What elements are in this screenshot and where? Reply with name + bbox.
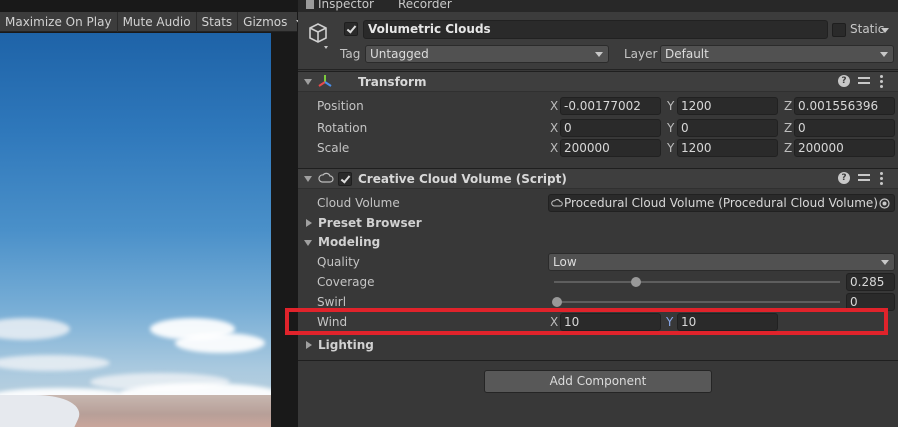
scale-z-axis-label[interactable]: Z xyxy=(784,141,792,155)
modeling-foldout[interactable]: Modeling xyxy=(318,235,380,249)
layer-dropdown[interactable]: Default xyxy=(660,45,894,63)
lighting-foldout-arrow[interactable] xyxy=(306,341,312,349)
cloud-volume-value: Procedural Cloud Volume (Procedural Clou… xyxy=(564,196,878,210)
rotation-y-field[interactable]: 0 xyxy=(677,119,778,137)
tab-inspector-label: Inspector xyxy=(318,0,374,11)
position-x-field[interactable]: -0.00177002 xyxy=(560,97,661,115)
gameobject-cube-icon xyxy=(309,23,328,49)
cloud-script-foldout-arrow[interactable] xyxy=(304,176,312,182)
gizmos-dropdown-arrow[interactable] xyxy=(292,12,304,32)
rotation-y-axis-label[interactable]: Y xyxy=(667,121,674,135)
presets-icon[interactable] xyxy=(858,76,870,87)
layer-label: Layer xyxy=(624,47,658,61)
quality-label: Quality xyxy=(317,255,360,269)
inspector-icon xyxy=(306,0,314,9)
game-viewport[interactable] xyxy=(0,33,271,427)
more-options-icon[interactable] xyxy=(880,75,884,88)
presets-icon[interactable] xyxy=(858,173,870,184)
mute-audio-button[interactable]: Mute Audio xyxy=(118,11,197,32)
lighting-foldout[interactable]: Lighting xyxy=(318,338,374,352)
help-icon[interactable]: ? xyxy=(838,172,850,184)
swirl-slider[interactable] xyxy=(554,301,840,303)
swirl-label: Swirl xyxy=(317,295,347,309)
tag-label: Tag xyxy=(340,47,361,61)
cloud-volume-label: Cloud Volume xyxy=(317,196,400,210)
inspector-panel: Inspector Recorder Volumetric Clouds Sta… xyxy=(285,0,898,427)
cloud-volume-object-field[interactable]: Procedural Cloud Volume (Procedural Clou… xyxy=(548,194,895,212)
transform-foldout-arrow[interactable] xyxy=(304,79,312,85)
tab-inspector[interactable]: Inspector xyxy=(306,0,374,12)
transform-header[interactable]: Transform ? xyxy=(298,71,898,92)
scale-y-field[interactable]: 1200 xyxy=(677,139,778,157)
quality-dropdown[interactable]: Low xyxy=(548,253,895,271)
object-picker-icon[interactable] xyxy=(879,198,890,209)
static-dropdown-arrow[interactable] xyxy=(881,28,889,33)
scale-label: Scale xyxy=(317,141,350,155)
gameobject-active-checkbox[interactable] xyxy=(344,22,358,36)
rotation-label: Rotation xyxy=(317,121,368,135)
transform-icon xyxy=(318,75,332,87)
scale-y-axis-label[interactable]: Y xyxy=(667,141,674,155)
scale-z-field[interactable]: 200000 xyxy=(794,139,895,157)
scale-x-field[interactable]: 200000 xyxy=(560,139,661,157)
position-z-field[interactable]: 0.001556396 xyxy=(794,97,895,115)
coverage-slider-thumb[interactable] xyxy=(630,277,641,287)
cloud-volume-script-header[interactable]: Creative Cloud Volume (Script) ? xyxy=(298,168,898,189)
preset-browser-foldout-arrow[interactable] xyxy=(306,219,312,227)
position-x-axis-label[interactable]: X xyxy=(550,99,558,113)
cloud-icon xyxy=(551,199,563,207)
tab-bar: Inspector Recorder xyxy=(298,0,898,12)
script-enabled-checkbox[interactable] xyxy=(338,172,352,186)
cloud-script-title: Creative Cloud Volume (Script) xyxy=(358,172,567,186)
transform-title: Transform xyxy=(358,75,427,89)
gameobject-name-field[interactable]: Volumetric Clouds xyxy=(363,20,828,39)
coverage-slider[interactable] xyxy=(554,281,840,283)
scale-x-axis-label[interactable]: X xyxy=(550,141,558,155)
maximize-on-play-button[interactable]: Maximize On Play xyxy=(0,11,118,32)
game-toolbar: Maximize On Play Mute Audio Stats Gizmos xyxy=(0,11,304,32)
wind-highlight-box xyxy=(285,308,888,335)
cloud-icon xyxy=(318,172,334,183)
static-label: Static xyxy=(850,22,885,36)
position-z-axis-label[interactable]: Z xyxy=(784,99,792,113)
coverage-label: Coverage xyxy=(317,275,375,289)
add-component-button[interactable]: Add Component xyxy=(484,370,712,393)
position-y-axis-label[interactable]: Y xyxy=(667,99,674,113)
coverage-value-field[interactable]: 0.285 xyxy=(846,273,895,291)
gameobject-header: Volumetric Clouds Static Tag Untagged La… xyxy=(298,12,898,70)
more-options-icon[interactable] xyxy=(880,172,884,185)
swirl-slider-thumb[interactable] xyxy=(552,297,562,307)
position-label: Position xyxy=(317,99,364,113)
stats-button[interactable]: Stats xyxy=(197,11,239,32)
modeling-foldout-arrow[interactable] xyxy=(304,240,312,246)
preset-browser-foldout[interactable]: Preset Browser xyxy=(318,216,422,230)
game-view xyxy=(0,0,271,427)
tab-recorder[interactable]: Recorder xyxy=(398,0,452,12)
gizmos-button[interactable]: Gizmos xyxy=(238,12,292,32)
tag-dropdown[interactable]: Untagged xyxy=(365,45,609,63)
rotation-x-axis-label[interactable]: X xyxy=(550,121,558,135)
help-icon[interactable]: ? xyxy=(838,75,850,87)
panel-splitter[interactable] xyxy=(271,0,298,427)
static-checkbox[interactable] xyxy=(832,23,846,37)
rotation-z-axis-label[interactable]: Z xyxy=(784,121,792,135)
position-y-field[interactable]: 1200 xyxy=(677,97,778,115)
rotation-x-field[interactable]: 0 xyxy=(560,119,661,137)
rotation-z-field[interactable]: 0 xyxy=(794,119,895,137)
component-divider xyxy=(298,360,898,361)
